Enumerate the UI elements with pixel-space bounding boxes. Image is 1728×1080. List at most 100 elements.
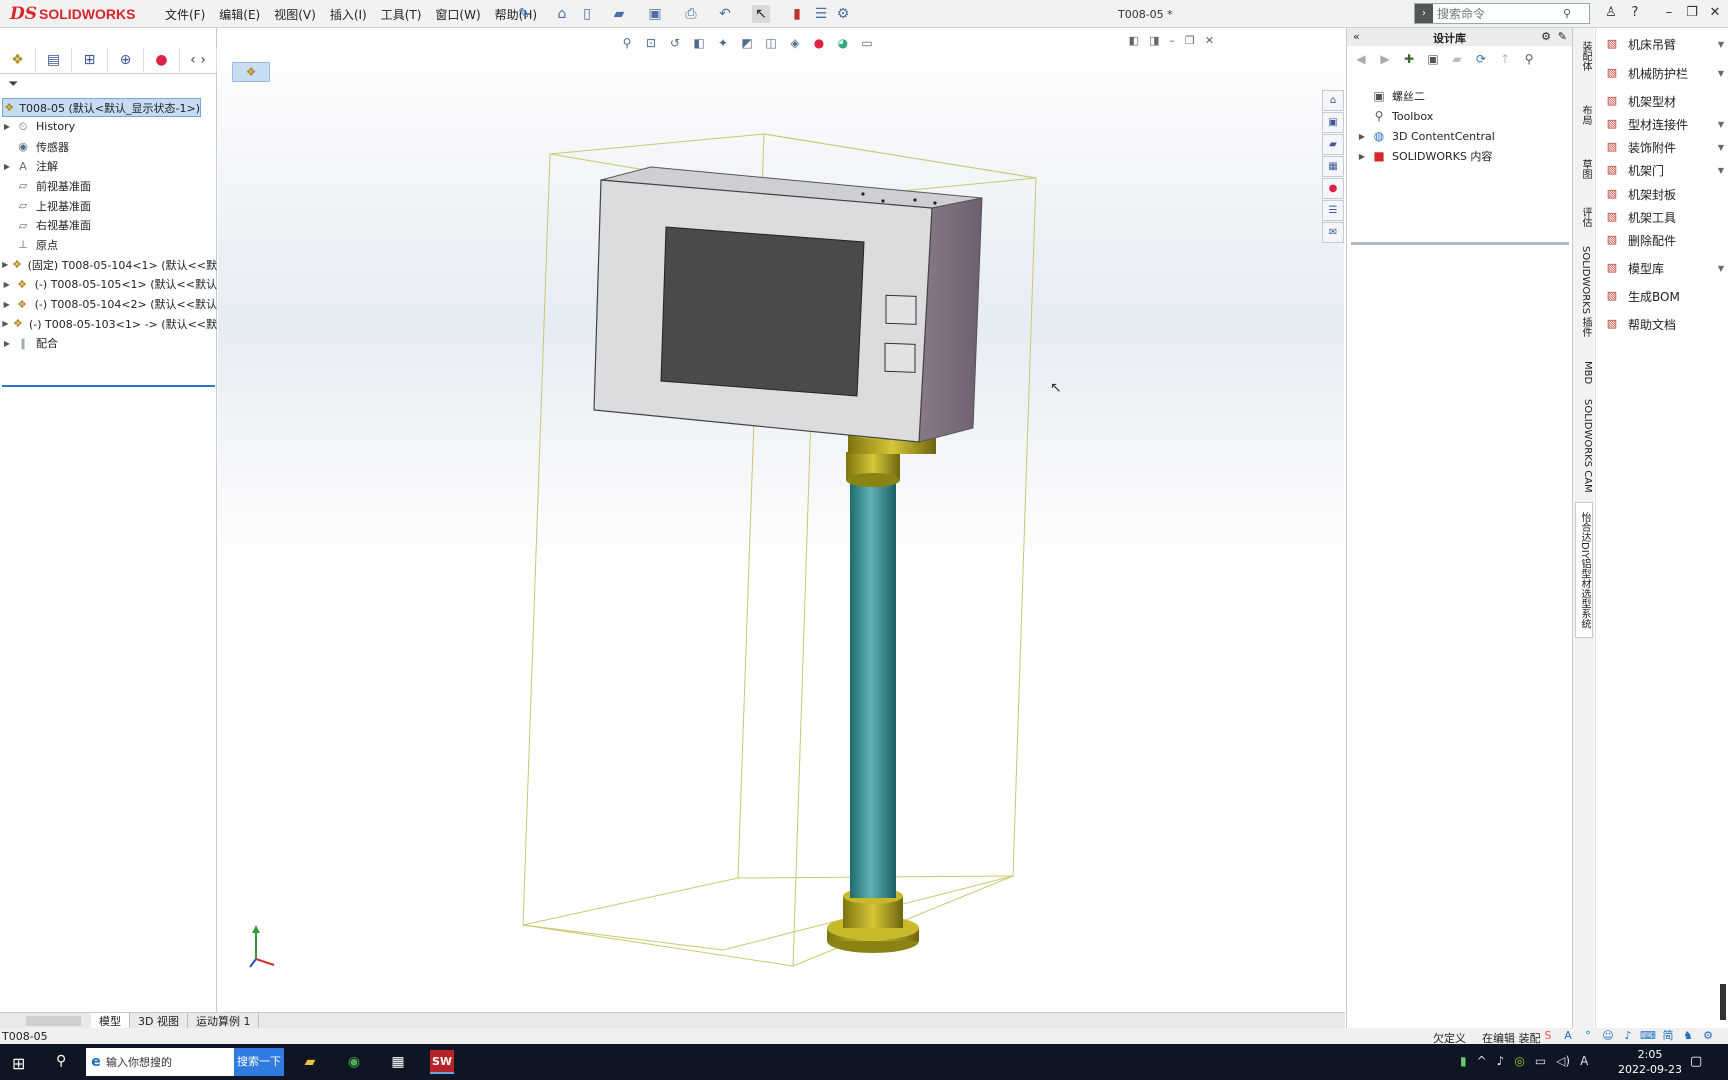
tray-expand-icon[interactable]: ^ [1477,1054,1487,1068]
appearances-icon[interactable]: ● [1322,178,1344,199]
expand-arrow-icon[interactable]: ▶ [0,260,10,269]
vtab-solidworks-addins[interactable]: SOLIDWORKS 插件 [1575,242,1593,342]
side-item-frame-door[interactable]: ▧ 机架门 ▼ [1604,160,1724,180]
rollback-bar[interactable] [2,385,215,387]
tree-item-front-plane[interactable]: ▱ 前视基准面 [0,176,217,196]
side-item-frame-profile[interactable]: ▧ 机架型材 [1604,91,1724,111]
dropdown-arrow-icon[interactable]: ▼ [1718,143,1724,152]
ime-skin-icon[interactable]: ♞ [1680,1028,1696,1044]
vtab-mbd[interactable]: MBD [1575,358,1593,388]
side-item-frame-tools[interactable]: ▧ 机架工具 [1604,207,1724,227]
browser-app-icon[interactable]: ◉ [342,1050,366,1074]
pin-icon[interactable]: ✎ [515,5,533,23]
graphics-area[interactable]: ⚲ ⊡ ↺ ◧ ✦ ◩ ◫ ◈ ● ◕ ▭ ◧ ◨ – ❐ ✕ ❖ ⌂ ▣ ▰ … [218,28,1344,1013]
browser-search-box[interactable]: e 输入你想搜的 [86,1048,234,1076]
expand-arrow-icon[interactable]: ▶ [0,162,14,171]
vtab-assembly[interactable]: 装配体 [1575,36,1593,76]
side-item-guardrail[interactable]: ▧ 机械防护栏 ▼ [1604,63,1724,83]
tab-nav-arrows[interactable] [26,1015,81,1026]
browser-search-button[interactable]: 搜索一下 [234,1048,284,1076]
file-properties-icon[interactable]: ☰ [812,5,830,23]
print-icon[interactable]: ⎙ [682,5,700,23]
microphone-icon[interactable]: ♪ [1497,1054,1505,1068]
tree-item-sensors[interactable]: ◉ 传感器 [0,137,217,157]
ime-punct-icon[interactable]: ° [1580,1028,1596,1044]
menu-window[interactable]: 窗口(W) [435,6,480,23]
expand-arrow-icon[interactable]: ▶ [0,122,14,131]
minimize-icon[interactable]: – [1660,4,1678,22]
tab-model[interactable]: 模型 [91,1012,130,1029]
ime-keyboard-icon[interactable]: ⌨ [1640,1028,1656,1044]
feature-manager-tab-icon[interactable]: ❖ [0,48,36,72]
save-icon[interactable]: ▣ [646,5,664,23]
expand-arrow-icon[interactable]: ▶ [0,319,11,328]
create-folder-icon[interactable]: ▰ [1449,52,1465,68]
filter-icon[interactable]: ⏷ [8,77,18,92]
expand-arrow-icon[interactable]: ▶ [1355,152,1369,161]
ime-simplified-icon[interactable]: 简 [1660,1028,1676,1044]
dropdown-arrow-icon[interactable]: ▼ [1718,120,1724,129]
dropdown-arrow-icon[interactable]: ▼ [1718,69,1724,78]
model-view[interactable] [218,28,1344,1013]
user-icon[interactable]: ♙ [1602,4,1620,22]
ime-mode-icon[interactable]: A [1560,1028,1576,1044]
taskbar-search-icon[interactable]: ⚲ [56,1053,66,1069]
side-item-delete-parts[interactable]: ▧ 删除配件 [1604,230,1724,250]
vtab-layout[interactable]: 布局 [1575,100,1593,130]
expand-arrow-icon[interactable]: ▶ [1355,132,1369,141]
tree-item-annotations[interactable]: ▶ A 注解 [0,156,217,176]
side-item-machine-crane[interactable]: ▧ 机床吊臂 ▼ [1604,34,1724,54]
dropdown-arrow-icon[interactable]: ▼ [1718,264,1724,273]
volume-icon[interactable]: ◁) [1556,1054,1570,1068]
dropdown-arrow-icon[interactable]: ▼ [1718,40,1724,49]
tab-motion-study[interactable]: 运动算例 1 [188,1012,260,1029]
rebuild-icon[interactable]: ▮ [788,5,806,23]
file-explorer-icon[interactable]: ▰ [1322,134,1344,155]
view-palette-icon[interactable]: ▦ [1322,156,1344,177]
network-icon[interactable]: ▭ [1535,1054,1546,1068]
vtab-sketch[interactable]: 草图 [1575,154,1593,184]
menu-view[interactable]: 视图(V) [274,6,316,23]
dropdown-arrow-icon[interactable]: ▼ [1718,166,1724,175]
tree-item-component[interactable]: ▶ ❖ (固定) T008-05-104<1> (默认<<默 [0,255,217,275]
ime-voice-icon[interactable]: ♪ [1620,1028,1636,1044]
calculator-app-icon[interactable]: ▦ [386,1050,410,1074]
solidworks-logo[interactable]: DS SOLIDWORKS [10,2,138,26]
notification-center-icon[interactable]: ▢ [1690,1054,1702,1069]
expand-arrow-icon[interactable]: ▶ [0,280,13,289]
tree-item-top-plane[interactable]: ▱ 上视基准面 [0,196,217,216]
options-gear-icon[interactable]: ⚙ [834,5,852,23]
display-manager-tab-icon[interactable]: ● [144,48,180,72]
tree-root-assembly[interactable]: ❖ T008-05 (默认<默认_显示状态-1>) [2,98,201,117]
side-item-generate-bom[interactable]: ▧ 生成BOM [1604,286,1724,306]
help-icon[interactable]: ? [1626,4,1644,22]
up-one-level-icon[interactable]: ↑ [1497,52,1513,68]
library-item-3d-content-central[interactable]: ▶ ◍ 3D ContentCentral [1355,126,1495,146]
command-search-input[interactable] [1433,6,1563,21]
open-icon[interactable]: ▰ [610,5,628,23]
tree-item-component[interactable]: ▶ ❖ (-) T008-05-104<2> (默认<<默认 [0,294,217,314]
library-options-gear-icon[interactable]: ⚙ [1541,30,1551,43]
tab-scroll-arrows-icon[interactable]: ‹ › [180,48,217,72]
side-panel-scrollbar[interactable] [1720,984,1726,1020]
expand-arrow-icon[interactable]: ▶ [0,300,13,309]
tree-item-component[interactable]: ▶ ❖ (-) T008-05-103<1> -> (默认<<默 [0,314,217,334]
restore-icon[interactable]: ❐ [1683,4,1701,22]
side-item-profile-connector[interactable]: ▧ 型材连接件 ▼ [1604,114,1724,134]
tree-item-origin[interactable]: ⊥ 原点 [0,235,217,255]
ime-indicator[interactable]: A [1580,1054,1588,1068]
custom-properties-icon[interactable]: ☰ [1322,200,1344,221]
vtab-yiheda-diy[interactable]: 怡合达DIY铝型材选型系统 [1575,502,1593,638]
add-file-location-icon[interactable]: ▣ [1425,52,1441,68]
wechat-icon[interactable]: ◎ [1514,1054,1524,1068]
toolbox-settings-icon[interactable]: ⚲ [1521,52,1537,68]
side-item-decorative-accessory[interactable]: ▧ 装饰附件 ▼ [1604,137,1724,157]
side-item-help-docs[interactable]: ▧ 帮助文档 [1604,314,1724,334]
forward-icon[interactable]: ▶ [1377,52,1393,68]
solidworks-app-icon[interactable]: SW [430,1050,454,1074]
add-to-library-icon[interactable]: ✚ [1401,52,1417,68]
file-explorer-app-icon[interactable]: ▰ [298,1050,322,1074]
forum-icon[interactable]: ✉ [1322,222,1344,243]
menu-edit[interactable]: 编辑(E) [219,6,260,23]
battery-icon[interactable]: ▮ [1460,1054,1467,1068]
